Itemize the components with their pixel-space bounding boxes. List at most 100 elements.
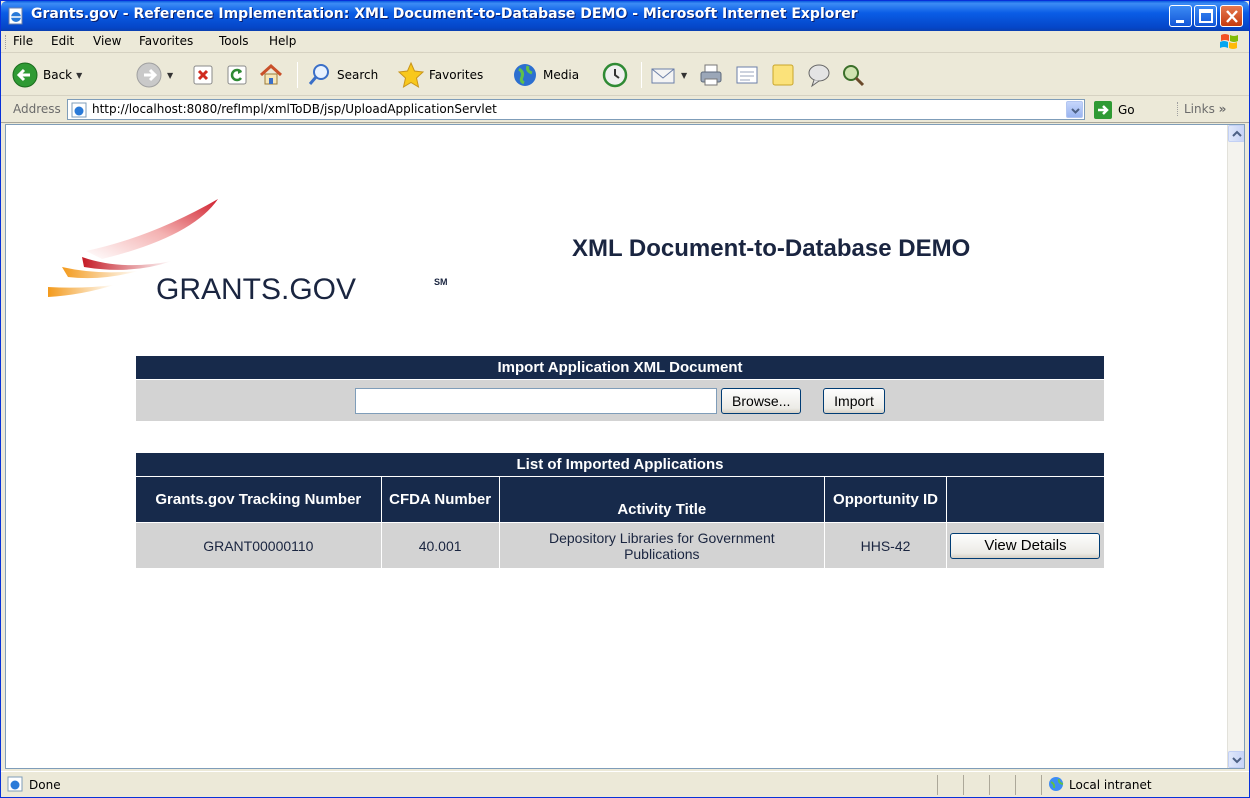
view-details-button[interactable]: View Details — [950, 532, 1101, 559]
cell-activity-title: Depository Libraries for Government Publ… — [498, 522, 826, 569]
import-panel: Import Application XML Document Browse..… — [135, 355, 1105, 422]
status-pane — [937, 775, 938, 795]
refresh-icon — [227, 65, 247, 85]
page-viewport: GRANTS.GOV SM XML Document-to-Database D… — [5, 124, 1245, 769]
page-title: XML Document-to-Database DEMO — [572, 235, 971, 262]
search-label: Search — [337, 68, 379, 82]
browser-window: Grants.gov - Reference Implementation: X… — [0, 0, 1250, 798]
menu-view[interactable]: View — [93, 34, 121, 48]
print-button[interactable] — [697, 59, 725, 91]
forward-arrow-icon — [136, 62, 162, 88]
go-arrow-icon — [1094, 101, 1112, 119]
status-text: Done — [29, 778, 61, 792]
scroll-down-button[interactable] — [1228, 751, 1244, 768]
scroll-up-button[interactable] — [1228, 125, 1244, 142]
import-button[interactable]: Import — [823, 387, 885, 414]
logo-wordmark: GRANTS.GOV — [156, 273, 356, 306]
address-input[interactable]: http://localhost:8080/refImpl/xmlToDB/js… — [67, 99, 1085, 120]
status-bar: Done Local intranet — [1, 771, 1249, 797]
history-button[interactable] — [601, 59, 629, 91]
applications-table: List of Imported Applications Grants.gov… — [135, 452, 1106, 569]
back-arrow-icon — [12, 62, 38, 88]
menu-favorites[interactable]: Favorites — [139, 34, 193, 48]
messenger-button[interactable] — [805, 59, 833, 91]
back-dropdown-icon[interactable]: ▼ — [76, 71, 82, 80]
close-icon — [1226, 10, 1238, 23]
menu-file[interactable]: File — [13, 34, 33, 48]
address-label: Address — [13, 102, 61, 116]
discuss-button[interactable] — [769, 59, 797, 91]
browse-button[interactable]: Browse... — [721, 387, 802, 414]
intranet-zone-icon — [1049, 777, 1064, 791]
favorites-label: Favorites — [429, 68, 484, 82]
refresh-button[interactable] — [223, 59, 251, 91]
menu-tools[interactable]: Tools — [219, 34, 249, 48]
search-button[interactable]: Search — [305, 59, 378, 91]
service-mark: SM — [434, 277, 448, 287]
title-bar[interactable]: Grants.gov - Reference Implementation: X… — [1, 1, 1249, 31]
import-panel-body: Browse... Import — [135, 379, 1105, 422]
maximize-button[interactable] — [1194, 5, 1217, 27]
links-label: Links — [1184, 102, 1215, 116]
home-button[interactable] — [257, 59, 285, 91]
column-header-tracking-number: Grants.gov Tracking Number — [135, 476, 382, 523]
minimize-button[interactable] — [1169, 5, 1192, 27]
print-icon — [700, 64, 722, 86]
mail-icon — [651, 68, 675, 84]
toolbar-separator — [641, 62, 642, 88]
menu-bar: File Edit View Favorites Tools Help — [1, 31, 1249, 53]
forward-button[interactable]: ▼ — [135, 59, 173, 91]
column-header-action — [945, 476, 1106, 523]
maximize-icon — [1199, 9, 1213, 23]
minimize-icon — [1176, 20, 1184, 23]
chevron-right-icon: » — [1218, 102, 1227, 116]
grants-gov-logo: GRANTS.GOV SM — [48, 199, 448, 306]
address-bar: Address http://localhost:8080/refImpl/xm… — [1, 97, 1249, 123]
stop-icon — [193, 65, 213, 85]
cell-opportunity-id: HHS-42 — [824, 522, 947, 569]
status-pane — [963, 775, 964, 795]
table-row: GRANT00000110 40.001 Depository Librarie… — [135, 522, 1106, 569]
favorites-button[interactable]: Favorites — [397, 59, 483, 91]
mail-dropdown-icon[interactable]: ▼ — [681, 71, 687, 80]
address-dropdown-button[interactable] — [1066, 101, 1083, 118]
file-path-input[interactable] — [355, 387, 718, 414]
import-panel-title: Import Application XML Document — [135, 355, 1105, 380]
page-done-icon — [7, 776, 23, 792]
go-button[interactable]: Go — [1093, 100, 1135, 120]
windows-flag-icon — [1220, 34, 1238, 49]
menu-edit[interactable]: Edit — [51, 34, 74, 48]
speech-bubble-icon — [808, 64, 830, 88]
menu-help[interactable]: Help — [269, 34, 296, 48]
column-header-cfda-number: CFDA Number — [380, 476, 500, 523]
close-button[interactable] — [1220, 5, 1243, 27]
back-button[interactable]: Back ▼ — [11, 59, 82, 91]
ie-page-icon — [8, 7, 23, 25]
research-icon — [843, 65, 865, 87]
toolbar-separator — [297, 62, 298, 88]
stop-button[interactable] — [189, 59, 217, 91]
chevron-up-icon — [1232, 130, 1242, 137]
chevron-down-icon — [1071, 108, 1080, 114]
status-pane — [1015, 775, 1016, 795]
edit-page-icon — [736, 66, 758, 84]
history-clock-icon — [602, 62, 628, 88]
status-pane — [989, 775, 990, 795]
search-icon — [308, 64, 329, 85]
media-label: Media — [543, 68, 580, 82]
links-toolbar[interactable]: Links » — [1177, 102, 1226, 116]
media-globe-icon — [514, 64, 536, 86]
address-url: http://localhost:8080/refImpl/xmlToDB/js… — [92, 102, 497, 116]
research-button[interactable] — [839, 59, 867, 91]
forward-dropdown-icon[interactable]: ▼ — [167, 71, 173, 80]
menu-grip — [5, 35, 7, 49]
favorites-star-icon — [397, 61, 425, 89]
column-header-activity-title: Activity Title — [498, 476, 826, 523]
vertical-scrollbar[interactable] — [1227, 125, 1244, 768]
cell-cfda-number: 40.001 — [380, 522, 500, 569]
note-icon — [772, 64, 794, 86]
mail-button[interactable]: ▼ — [649, 59, 687, 91]
edit-button[interactable] — [733, 59, 761, 91]
media-button[interactable]: Media — [511, 59, 579, 91]
applications-table-title: List of Imported Applications — [135, 452, 1105, 477]
